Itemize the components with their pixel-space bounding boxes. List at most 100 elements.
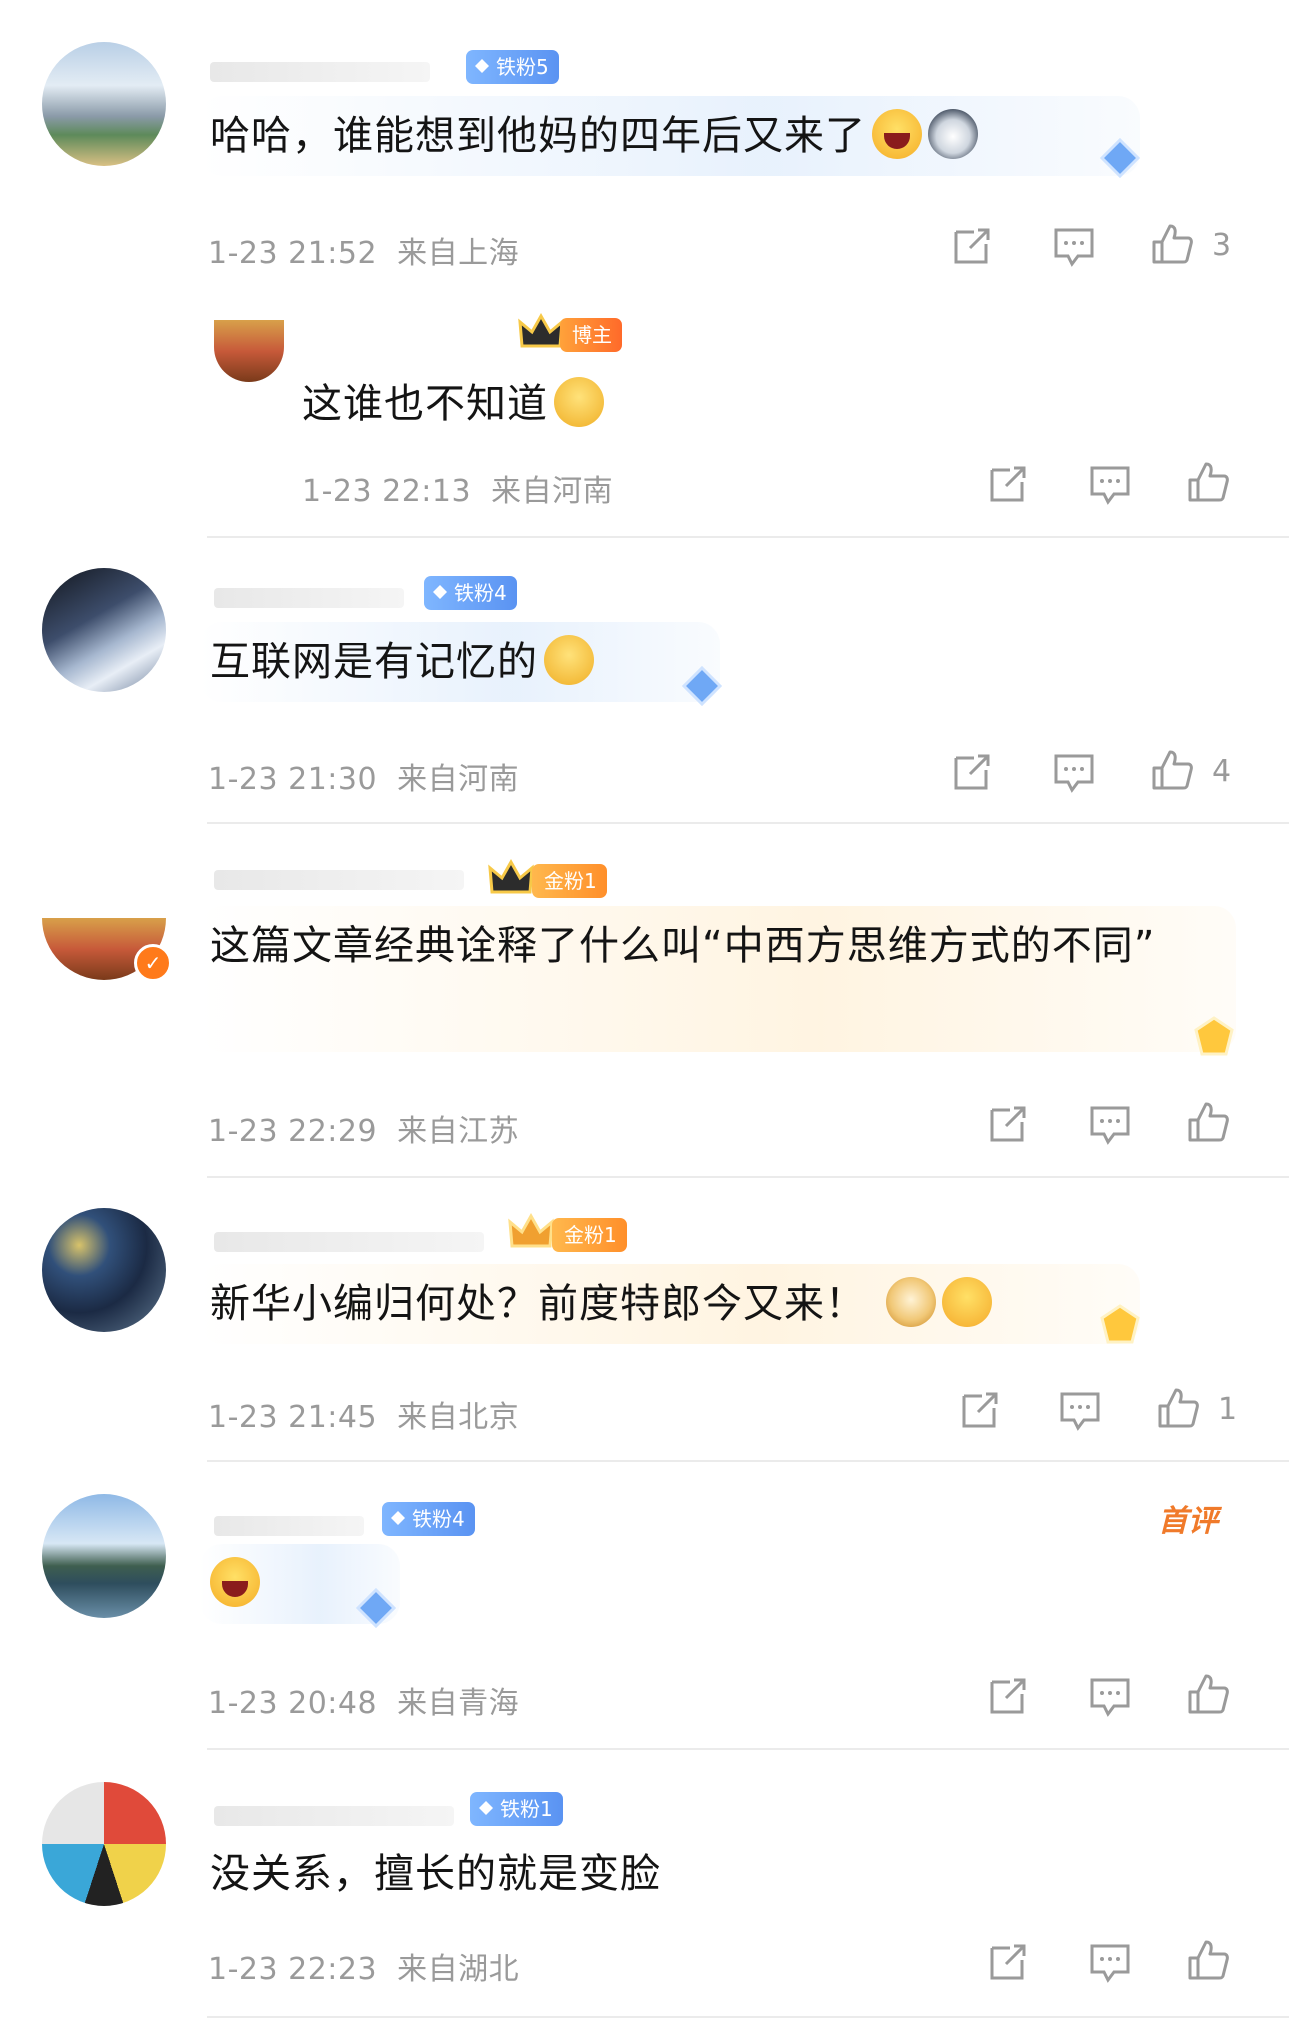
comment-meta: 1-23 21:45 来自北京 — [208, 1392, 519, 1436]
diamond-icon — [391, 1511, 405, 1525]
husky-emoji-icon — [928, 109, 978, 159]
thumbs-up-icon — [1188, 1674, 1229, 1714]
badge-label: 铁粉4 — [454, 581, 507, 605]
divider — [207, 1460, 1289, 1462]
badge-label: 金粉1 — [564, 1223, 617, 1247]
blogger-badge: 博主 — [560, 318, 622, 352]
avatar[interactable] — [42, 1208, 166, 1332]
thumbs-up-icon — [1188, 462, 1229, 502]
comment-location: 来自江苏 — [397, 1114, 520, 1149]
avatar[interactable] — [42, 1782, 166, 1906]
username[interactable] — [214, 588, 404, 608]
divider — [207, 1176, 1289, 1178]
like-button[interactable] — [1150, 748, 1194, 792]
share-icon — [990, 466, 1026, 502]
thumbs-up-icon — [1158, 1388, 1199, 1428]
like-button[interactable] — [1186, 1100, 1230, 1144]
comment-location: 来自青海 — [397, 1686, 520, 1721]
fan-badge[interactable]: 铁粉4 — [382, 1502, 475, 1536]
comment-location: 来自上海 — [397, 236, 520, 271]
comment-text-content: 没关系，擅长的就是变脸 — [210, 1851, 661, 1897]
diamond-icon — [475, 59, 489, 73]
share-button[interactable] — [986, 1102, 1030, 1146]
like-button[interactable] — [1186, 1672, 1230, 1716]
comment-meta: 1-23 22:13 来自河南 — [302, 466, 613, 510]
fan-badge[interactable]: 铁粉1 — [470, 1792, 563, 1826]
share-button[interactable] — [986, 1940, 1030, 1984]
fan-badge[interactable]: 金粉1 — [532, 864, 607, 898]
badge-label: 铁粉5 — [496, 55, 549, 79]
username[interactable] — [210, 62, 430, 82]
comment-location: 来自湖北 — [397, 1952, 520, 1987]
divider — [207, 536, 1289, 538]
comment-icon — [1054, 754, 1094, 793]
share-icon — [962, 1392, 998, 1428]
avatar[interactable] — [42, 42, 166, 166]
comment-text-content: 新华小编归何处？前度特郎今又来！ — [210, 1281, 866, 1327]
share-icon — [990, 1106, 1026, 1142]
diamond-icon — [433, 585, 447, 599]
reply-button[interactable] — [1088, 1940, 1132, 1984]
thumbs-up-icon — [1188, 1940, 1229, 1980]
username[interactable] — [214, 1806, 454, 1826]
share-button[interactable] — [950, 224, 994, 268]
badge-label: 博主 — [572, 323, 612, 347]
reply-button[interactable] — [1088, 462, 1132, 506]
diamond-deco-icon — [355, 1587, 397, 1629]
comment-location: 来自北京 — [397, 1400, 520, 1435]
username[interactable] — [214, 1232, 484, 1252]
username[interactable] — [214, 870, 464, 890]
fan-badge[interactable]: 铁粉5 — [466, 50, 559, 84]
share-button[interactable] — [986, 462, 1030, 506]
gold-medal-deco-icon — [1100, 1304, 1140, 1344]
like-count: 1 — [1218, 1392, 1238, 1427]
comment-time: 1-23 22:29 — [208, 1114, 378, 1149]
comment-time: 1-23 22:23 — [208, 1952, 378, 1987]
comment-icon — [1090, 1944, 1130, 1983]
gold-medal-deco-icon — [1194, 1016, 1234, 1056]
divider — [207, 1748, 1289, 1750]
thumbs-up-icon — [1152, 224, 1193, 264]
crown-icon — [488, 858, 534, 894]
verified-icon: ✓ — [134, 944, 172, 982]
reply-button[interactable] — [1058, 1388, 1102, 1432]
comment-meta: 1-23 20:48 来自青海 — [208, 1678, 519, 1722]
share-button[interactable] — [986, 1674, 1030, 1718]
like-button[interactable] — [1150, 222, 1194, 266]
badge-label: 铁粉1 — [500, 1797, 553, 1821]
comment-time: 1-23 21:45 — [208, 1400, 378, 1435]
username[interactable] — [214, 1516, 364, 1536]
comment-meta: 1-23 21:52 来自上海 — [208, 228, 519, 272]
grin-emoji-icon — [942, 1277, 992, 1327]
divider — [207, 2016, 1289, 2018]
share-button[interactable] — [958, 1388, 1002, 1432]
like-button[interactable] — [1156, 1386, 1200, 1430]
comment-text-content: 这篇文章经典诠释了什么叫“中西方思维方式的不同” — [210, 923, 1156, 969]
like-count: 3 — [1212, 228, 1232, 263]
like-count: 4 — [1212, 754, 1232, 789]
comment-icon — [1054, 228, 1094, 267]
comment-text: 没关系，擅长的就是变脸 — [210, 1842, 661, 1906]
comment-meta: 1-23 21:30 来自河南 — [208, 754, 519, 798]
reply-button[interactable] — [1052, 750, 1096, 794]
comment-location: 来自河南 — [491, 474, 614, 509]
comment-text: 这谁也不知道 — [302, 372, 604, 436]
comment-time: 1-23 22:13 — [302, 474, 472, 509]
reply-button[interactable] — [1088, 1102, 1132, 1146]
avatar[interactable] — [42, 568, 166, 692]
share-icon — [990, 1944, 1026, 1980]
doge-emoji-icon — [886, 1277, 936, 1327]
avatar[interactable] — [214, 320, 284, 382]
comment-time: 1-23 21:30 — [208, 762, 378, 797]
reply-button[interactable] — [1052, 224, 1096, 268]
crown-icon — [518, 312, 564, 348]
badge-label: 金粉1 — [544, 869, 597, 893]
share-button[interactable] — [950, 750, 994, 794]
comment-text-content: 哈哈，谁能想到他妈的四年后又来了 — [210, 113, 866, 159]
fan-badge[interactable]: 铁粉4 — [424, 576, 517, 610]
like-button[interactable] — [1186, 1938, 1230, 1982]
reply-button[interactable] — [1088, 1674, 1132, 1718]
avatar[interactable] — [42, 1494, 166, 1618]
fan-badge[interactable]: 金粉1 — [552, 1218, 627, 1252]
like-button[interactable] — [1186, 460, 1230, 504]
